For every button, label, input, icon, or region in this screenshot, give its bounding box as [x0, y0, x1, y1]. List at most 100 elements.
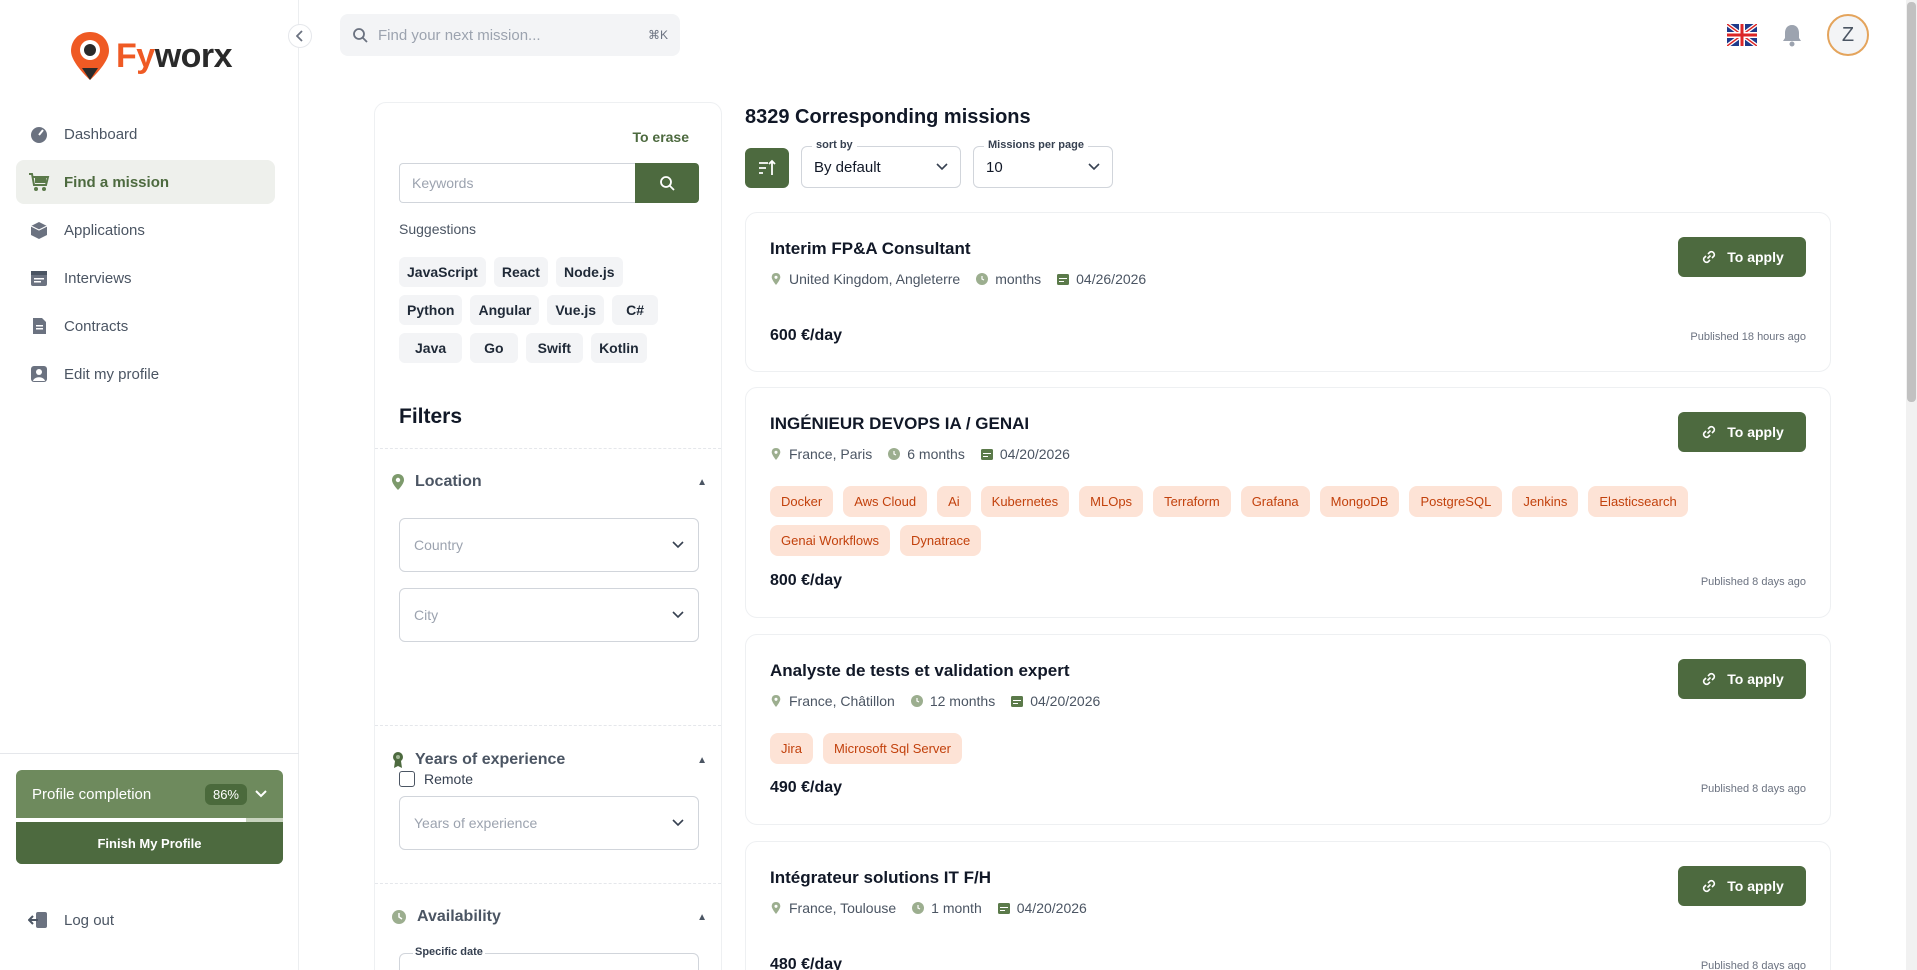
sidebar-item-label: Edit my profile	[64, 365, 160, 383]
city-select[interactable]: City	[399, 588, 699, 642]
calendar-icon	[1011, 696, 1024, 707]
chevron-down-icon	[1088, 163, 1100, 171]
logo[interactable]: Fyworx	[68, 30, 233, 82]
mission-date-text: 04/20/2026	[1016, 900, 1087, 916]
sidebar-item-contracts[interactable]: Contracts	[16, 304, 275, 348]
experience-select[interactable]: Years of experience	[399, 796, 699, 850]
sidebar-item-edit-my-profile[interactable]: Edit my profile	[16, 352, 275, 396]
mission-title[interactable]: INGÉNIEUR DEVOPS IA / GENAI	[770, 414, 1029, 434]
global-search-input[interactable]: Find your next mission... ⌘K	[340, 14, 680, 56]
apply-button[interactable]: To apply	[1678, 659, 1806, 699]
suggestion-chip[interactable]: Vue.js	[547, 295, 605, 325]
mission-duration-text: 1 month	[931, 900, 982, 916]
clock-icon	[912, 902, 925, 914]
global-search-placeholder: Find your next mission...	[378, 26, 541, 44]
mission-duration: 1 month	[912, 900, 982, 916]
country-select[interactable]: Country	[399, 518, 699, 572]
calendar-icon	[28, 267, 50, 289]
suggestion-chip[interactable]: Swift	[525, 333, 584, 363]
suggestion-chip[interactable]: Java	[399, 333, 463, 363]
map-pin-icon	[771, 448, 781, 460]
profile-completion-label: Profile completion	[32, 785, 152, 803]
chevron-down-icon	[936, 163, 948, 171]
erase-filters-button[interactable]: To erase	[632, 129, 689, 145]
mission-duration: 6 months	[888, 446, 965, 462]
profile-completion-card: Profile completion 86% Finish My Profile	[16, 770, 283, 864]
mission-title[interactable]: Interim FP&A Consultant	[770, 239, 971, 259]
box-icon	[28, 219, 50, 241]
topbar-actions: Z	[1727, 14, 1869, 56]
sidebar-item-label: Contracts	[64, 317, 129, 335]
sort-by-value: By default	[814, 158, 881, 176]
mission-date-text: 04/20/2026	[1030, 693, 1101, 709]
apply-button[interactable]: To apply	[1678, 237, 1806, 277]
skill-tag: PostgreSQL	[1409, 486, 1503, 517]
link-icon	[1703, 879, 1716, 893]
remote-checkbox[interactable]	[399, 771, 415, 787]
suggestion-chip[interactable]: C#	[612, 295, 658, 325]
logout-icon	[28, 912, 47, 928]
sort-order-button[interactable]	[745, 148, 789, 188]
scrollbar-thumb[interactable]	[1907, 2, 1916, 402]
availability-section-toggle[interactable]: Availability ▲	[391, 908, 707, 926]
mission-card[interactable]: Intégrateur solutions IT F/H France, Tou…	[745, 841, 1831, 970]
sidebar-item-find-a-mission[interactable]: Find a mission	[16, 160, 275, 204]
logout-button[interactable]: Log out	[28, 910, 114, 930]
mission-published: Published 8 days ago	[1700, 960, 1806, 970]
mission-card[interactable]: Interim FP&A Consultant United Kingdom, …	[745, 212, 1831, 372]
skill-tag: Jira	[770, 733, 813, 764]
city-placeholder: City	[414, 607, 439, 623]
profile-completion-percent: 86%	[204, 783, 247, 805]
sort-by-select[interactable]: sort by By default	[801, 139, 961, 188]
sidebar-item-dashboard[interactable]: Dashboard	[16, 112, 275, 156]
per-page-select[interactable]: Missions per page 10	[973, 139, 1113, 188]
chevron-down-icon	[672, 611, 684, 619]
divider	[375, 448, 721, 449]
skill-tag: Terraform	[1153, 486, 1231, 517]
search-icon	[353, 28, 368, 43]
suggestion-chip[interactable]: Kotlin	[591, 333, 647, 363]
page-scrollbar[interactable]	[1906, 0, 1917, 970]
clock-icon	[392, 910, 406, 924]
logo-text: Fyworx	[116, 36, 233, 75]
suggestion-chip[interactable]: JavaScript	[399, 257, 486, 287]
remote-checkbox-row[interactable]: Remote	[399, 771, 473, 787]
collapse-sidebar-button[interactable]	[288, 24, 312, 48]
per-page-value: 10	[986, 158, 1003, 176]
location-section-toggle[interactable]: Location ▲	[391, 473, 707, 491]
map-pin-icon	[392, 474, 404, 490]
experience-section-toggle[interactable]: Years of experience ▲	[391, 751, 707, 769]
mission-location-text: France, Toulouse	[789, 900, 897, 916]
suggestion-chip[interactable]: Python	[399, 295, 463, 325]
sidebar-item-interviews[interactable]: Interviews	[16, 256, 275, 300]
sidebar-item-applications[interactable]: Applications	[16, 208, 275, 252]
profile-progress-bar	[16, 818, 283, 822]
bell-icon[interactable]	[1781, 23, 1803, 47]
mission-date: 04/26/2026	[1057, 271, 1146, 287]
keywords-input[interactable]: Keywords	[399, 163, 635, 203]
avatar[interactable]: Z	[1827, 14, 1869, 56]
mission-price: 480 €/day	[770, 956, 843, 970]
profile-completion-toggle[interactable]: Profile completion 86%	[16, 770, 283, 818]
finish-profile-button[interactable]: Finish My Profile	[16, 822, 283, 864]
apply-button[interactable]: To apply	[1678, 412, 1806, 452]
mission-location: France, Paris	[770, 446, 872, 462]
mission-card[interactable]: INGÉNIEUR DEVOPS IA / GENAI France, Pari…	[745, 387, 1831, 618]
mission-title[interactable]: Intégrateur solutions IT F/H	[770, 868, 991, 888]
link-icon	[1703, 425, 1716, 439]
calendar-icon	[980, 449, 993, 460]
suggestion-chip[interactable]: Node.js	[555, 257, 623, 287]
mission-meta: France, Châtillon 12 months 04/20/2026	[770, 693, 1116, 709]
mission-location-text: France, Paris	[789, 446, 873, 462]
apply-button[interactable]: To apply	[1678, 866, 1806, 906]
keywords-search-button[interactable]	[635, 163, 699, 203]
uk-flag-icon[interactable]	[1727, 24, 1757, 46]
mission-date: 04/20/2026	[1011, 693, 1100, 709]
suggestion-chip[interactable]: Angular	[470, 295, 540, 325]
sidebar-item-label: Find a mission	[64, 173, 170, 191]
remote-label: Remote	[424, 771, 474, 787]
suggestion-chip[interactable]: React	[493, 257, 548, 287]
mission-card[interactable]: Analyste de tests et validation expert F…	[745, 634, 1831, 825]
mission-title[interactable]: Analyste de tests et validation expert	[770, 661, 1070, 681]
suggestion-chip[interactable]: Go	[470, 333, 518, 363]
